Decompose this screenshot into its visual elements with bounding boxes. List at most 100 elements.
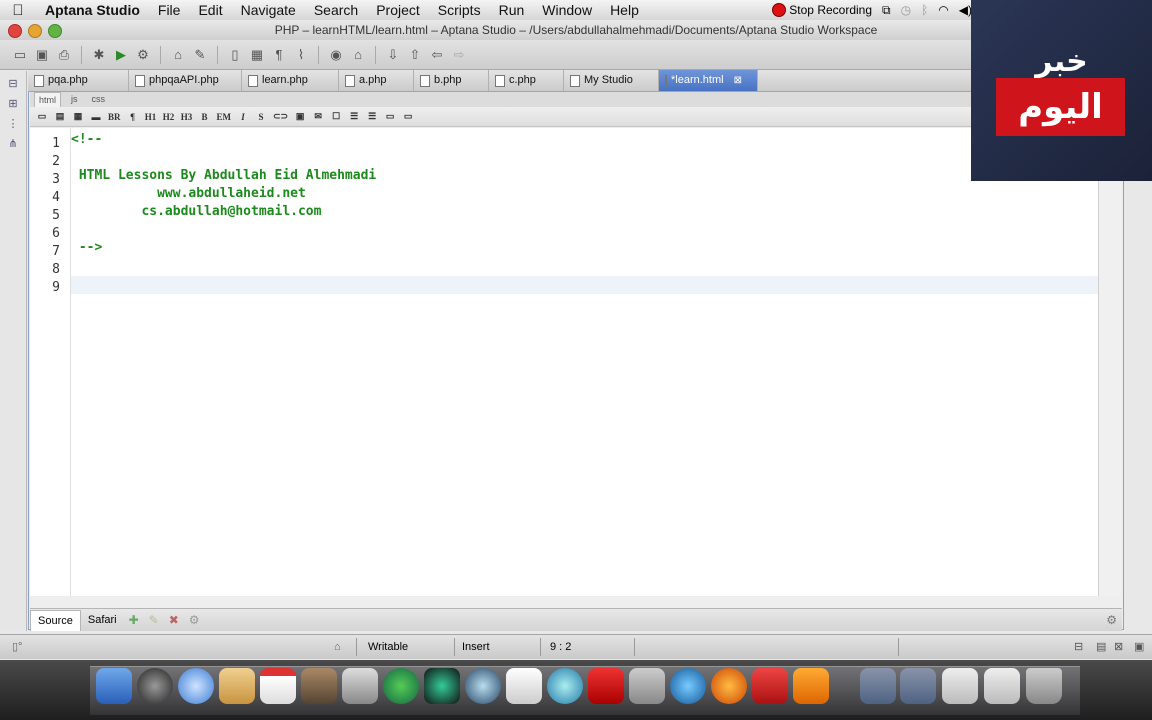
list-item-icon[interactable]: ☐ <box>330 111 342 122</box>
firefox-icon[interactable] <box>711 668 747 704</box>
menu-app-name[interactable]: Aptana Studio <box>36 0 149 20</box>
vertical-scrollbar[interactable] <box>1098 128 1121 596</box>
insert-paragraph-button[interactable]: ¶ <box>127 112 139 122</box>
tab-c-php[interactable]: c.php <box>489 70 564 91</box>
grid-icon[interactable]: ▦ <box>249 47 265 63</box>
code-line[interactable]: cs.abdullah@hotmail.com <box>71 204 321 219</box>
fast-view-icon[interactable]: ▯° <box>12 635 22 659</box>
close-tab-icon[interactable]: ⊠ <box>734 70 742 91</box>
home-icon[interactable]: ⌂ <box>350 47 366 63</box>
quicktime-icon[interactable] <box>465 668 501 704</box>
paragraph-icon[interactable]: ¶ <box>271 47 287 63</box>
outline-icon[interactable]: ⋮ <box>6 117 20 131</box>
emphasis-button[interactable]: EM <box>217 112 232 122</box>
hierarchy-icon[interactable]: ⋔ <box>6 137 20 151</box>
tab-learn-php[interactable]: learn.php <box>242 70 339 91</box>
spaces-icon[interactable]: ⧉ <box>882 3 891 18</box>
bluetooth-icon[interactable]: ᛒ <box>921 3 928 17</box>
wifi-icon[interactable]: ◠ <box>938 3 948 17</box>
bold-button[interactable]: B <box>199 112 211 122</box>
zoin-icon[interactable] <box>424 668 460 704</box>
menu-navigate[interactable]: Navigate <box>232 0 305 20</box>
link-icon[interactable]: ⊂⊃ <box>273 111 288 122</box>
email-icon[interactable]: ✉ <box>312 111 324 122</box>
finder-icon[interactable] <box>96 668 132 704</box>
zoom-window-icon[interactable] <box>48 24 62 38</box>
open-folder-icon[interactable]: ⌂ <box>170 47 186 63</box>
system-preferences-icon[interactable] <box>793 668 829 704</box>
tab-source[interactable]: Source <box>30 609 81 631</box>
tasks-icon[interactable]: ▣ <box>1134 635 1144 659</box>
tab-phpqaapi-php[interactable]: phpqaAPI.php <box>129 70 242 91</box>
remove-icon[interactable]: ✖ <box>169 613 179 627</box>
menu-scripts[interactable]: Scripts <box>429 0 490 20</box>
menu-edit[interactable]: Edit <box>189 0 231 20</box>
code-line[interactable]: <!-- <box>71 132 102 147</box>
restore-panel-icon[interactable]: ⊟ <box>1074 635 1083 659</box>
menu-window[interactable]: Window <box>533 0 601 20</box>
menu-project[interactable]: Project <box>367 0 429 20</box>
photo-booth-icon[interactable] <box>752 668 788 704</box>
stack-icon[interactable] <box>984 668 1020 704</box>
code-editor[interactable]: <!-- HTML Lessons By Abdullah Eid Almehm… <box>70 128 1099 596</box>
run-icon[interactable]: ▶ <box>113 47 129 63</box>
downloads-stack-icon[interactable] <box>942 668 978 704</box>
tab-pqa-php[interactable]: pqa.php <box>28 70 129 91</box>
trash-icon[interactable] <box>1026 668 1062 704</box>
insert-doc-icon[interactable]: ▭ <box>36 111 48 122</box>
wand-icon[interactable]: ✎ <box>192 47 208 63</box>
lang-tab-html[interactable]: html <box>34 92 62 107</box>
print-icon[interactable]: ⎙ <box>56 47 72 63</box>
insert-h1-button[interactable]: H1 <box>145 112 157 122</box>
minimize-window-icon[interactable] <box>28 24 42 38</box>
menu-help[interactable]: Help <box>601 0 648 20</box>
insert-table-icon[interactable]: ▦ <box>72 111 84 122</box>
insert-h3-button[interactable]: H3 <box>181 112 193 122</box>
tab-b-php[interactable]: b.php <box>414 70 489 91</box>
code-line[interactable]: HTML Lessons By Abdullah Eid Almehmadi <box>71 168 376 183</box>
next-annotation-icon[interactable]: ⇩ <box>385 47 401 63</box>
gear-menu-icon[interactable]: ⚙ <box>1106 613 1117 627</box>
lang-tab-css[interactable]: css <box>88 92 110 107</box>
globe-icon[interactable]: ◉ <box>328 47 344 63</box>
forward-icon[interactable]: ⇨ <box>451 47 467 63</box>
console-icon[interactable]: ▤ <box>1096 635 1106 659</box>
itunes-icon[interactable] <box>547 668 583 704</box>
table-cell-icon[interactable]: ▭ <box>384 111 396 122</box>
apple-icon[interactable]:  <box>0 2 36 19</box>
menu-search[interactable]: Search <box>305 0 367 20</box>
code-line[interactable]: --> <box>71 240 103 255</box>
iphoto-icon[interactable] <box>301 668 337 704</box>
textedit-icon[interactable] <box>506 668 542 704</box>
insert-form-icon[interactable]: ▤ <box>54 111 66 122</box>
external-tools-icon[interactable]: ⚙ <box>135 47 151 63</box>
filezilla-icon[interactable] <box>588 668 624 704</box>
ordered-list-icon[interactable]: ☰ <box>348 111 360 122</box>
time-machine-icon[interactable]: ◷ <box>901 3 911 17</box>
applications-folder-icon[interactable] <box>860 668 896 704</box>
edit-icon[interactable]: ✎ <box>149 613 159 627</box>
quicktime-player-icon[interactable] <box>670 668 706 704</box>
time-machine-dock-icon[interactable] <box>383 668 419 704</box>
debug-icon[interactable]: ✱ <box>91 47 107 63</box>
safari-icon[interactable] <box>178 668 214 704</box>
problems-icon[interactable]: ⊠ <box>1114 635 1123 659</box>
tab-my-studio[interactable]: My Studio <box>564 70 659 91</box>
prev-annotation-icon[interactable]: ⇧ <box>407 47 423 63</box>
italic-button[interactable]: I <box>237 112 249 122</box>
settings-icon[interactable]: ⚙ <box>189 613 200 627</box>
preview-icon[interactable] <box>629 668 665 704</box>
add-icon[interactable]: ✚ <box>129 613 139 627</box>
insert-br-button[interactable]: BR <box>108 112 121 122</box>
table-row-icon[interactable]: ▭ <box>402 111 414 122</box>
menu-file[interactable]: File <box>149 0 190 20</box>
strike-button[interactable]: S <box>255 112 267 122</box>
back-icon[interactable]: ⇦ <box>429 47 445 63</box>
imovie-icon[interactable] <box>342 668 378 704</box>
unordered-list-icon[interactable]: ☰ <box>366 111 378 122</box>
tab-a-php[interactable]: a.php <box>339 70 414 91</box>
project-explorer-icon[interactable]: ⊞ <box>6 97 20 111</box>
box-icon[interactable]: ▯ <box>227 47 243 63</box>
close-window-icon[interactable] <box>8 24 22 38</box>
insert-block-icon[interactable]: ▬ <box>90 112 102 122</box>
